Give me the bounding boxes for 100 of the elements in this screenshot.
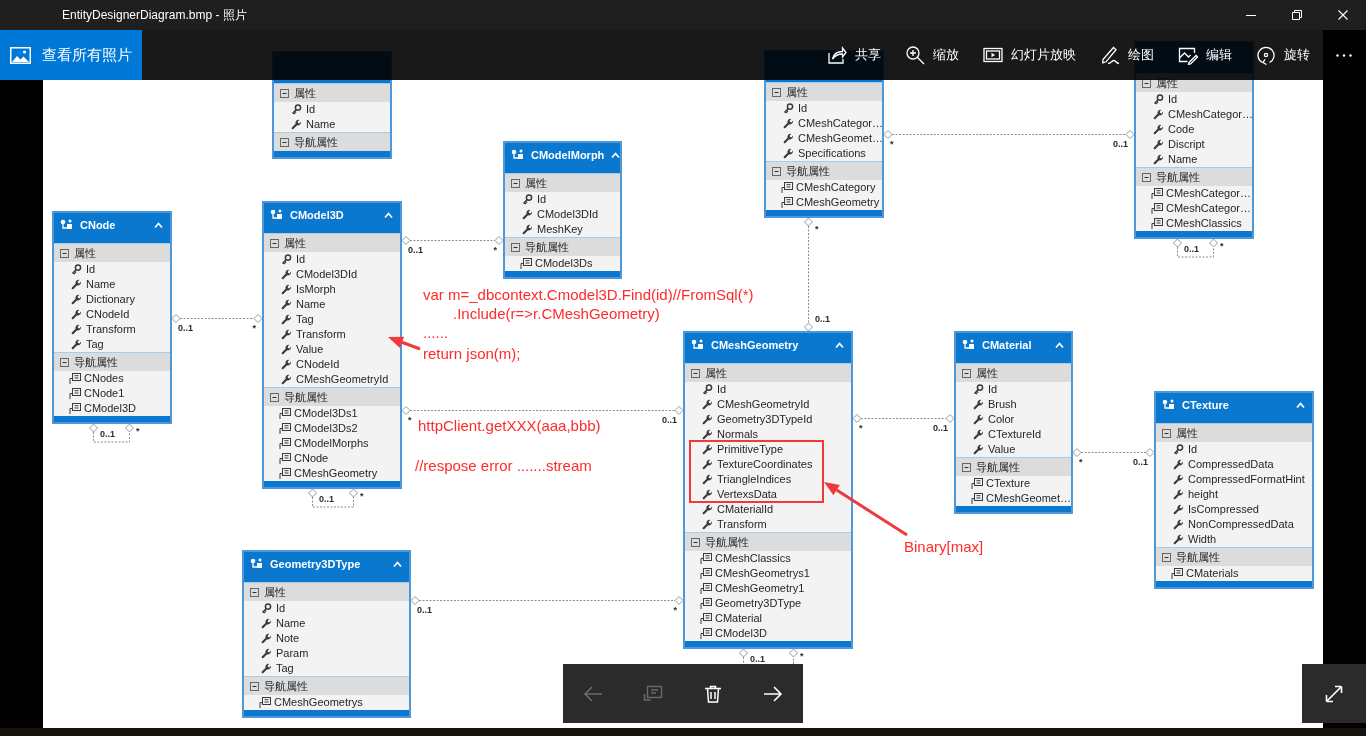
zoom-button[interactable]: 缩放 bbox=[893, 30, 971, 80]
property-name: Brush bbox=[988, 398, 1017, 411]
annotation-text: return json(m); bbox=[423, 345, 521, 363]
collapse-icon bbox=[60, 357, 69, 367]
entity-title: CMeshGeometry bbox=[711, 339, 799, 352]
share-icon bbox=[827, 45, 847, 65]
navigation-property-icon bbox=[279, 468, 291, 479]
section-label: 属性 bbox=[74, 246, 96, 260]
property-name: Id bbox=[717, 383, 727, 396]
caret-up-icon bbox=[393, 561, 402, 568]
navigation-property-name: CMeshGeometry1 bbox=[715, 582, 805, 595]
self-association-line bbox=[89, 423, 134, 443]
wrench-icon bbox=[973, 444, 984, 455]
property-name: CTextureId bbox=[988, 428, 1042, 441]
collapse-icon bbox=[962, 368, 971, 378]
property-name: Id bbox=[537, 193, 547, 206]
annotation-text: Binary[max] bbox=[904, 538, 984, 556]
wrench-icon bbox=[702, 489, 713, 500]
wrench-icon bbox=[1173, 534, 1184, 545]
multiplicity-label: * bbox=[859, 423, 863, 433]
multiplicity-label: 0..1 bbox=[100, 429, 115, 439]
property-name: Normals bbox=[717, 428, 758, 441]
navigation-property-name: CModel3D bbox=[84, 402, 136, 415]
multiplicity-label: * bbox=[815, 224, 819, 234]
property-name: CMeshGeomet… bbox=[798, 132, 883, 145]
navigation-property-icon bbox=[700, 628, 712, 639]
wrench-icon bbox=[71, 339, 82, 350]
all-photos-button[interactable]: 查看所有照片 bbox=[0, 30, 142, 80]
entity-title: CTexture bbox=[1182, 399, 1229, 412]
multiplicity-label: 0..1 bbox=[662, 415, 677, 425]
wrench-icon bbox=[1153, 124, 1164, 135]
wrench-icon bbox=[1173, 459, 1184, 470]
annotation-text: ...... bbox=[423, 324, 448, 342]
navigation-property-icon bbox=[279, 408, 291, 419]
section-label: 导航属性 bbox=[284, 390, 328, 404]
key-icon bbox=[261, 603, 272, 614]
property-name: Code bbox=[1168, 123, 1195, 136]
navigation-property-icon bbox=[69, 388, 81, 399]
section-label: 属性 bbox=[976, 366, 998, 380]
property-name: Tag bbox=[296, 313, 314, 326]
key-icon bbox=[702, 384, 713, 395]
collapse-icon bbox=[60, 248, 69, 258]
multiplicity-label: 0..1 bbox=[319, 494, 334, 504]
multiplicity-label: 0..1 bbox=[1133, 457, 1148, 467]
key-icon bbox=[1173, 444, 1184, 455]
key-icon bbox=[281, 254, 292, 265]
multiplicity-label: 0..1 bbox=[408, 245, 423, 255]
entity-title: CMaterial bbox=[982, 339, 1032, 352]
close-icon bbox=[1338, 10, 1348, 20]
fullscreen-button[interactable] bbox=[1302, 664, 1366, 723]
entity-title: CModelMorph bbox=[531, 149, 605, 162]
wrench-icon bbox=[261, 648, 272, 659]
property-name: CModel3DId bbox=[296, 268, 358, 281]
more-icon bbox=[1336, 53, 1352, 57]
property-name: Specifications bbox=[798, 147, 866, 160]
property-name: PrimitiveType bbox=[717, 443, 784, 456]
share-button[interactable]: 共享 bbox=[815, 30, 893, 80]
entity-icon bbox=[270, 209, 283, 220]
navigation-property-name: CMeshClassics bbox=[1166, 217, 1242, 230]
entity-icon bbox=[962, 339, 975, 350]
wrench-icon bbox=[702, 474, 713, 485]
multiplicity-label: * bbox=[493, 245, 497, 255]
multiplicity-label: * bbox=[360, 491, 364, 501]
rotate-button[interactable]: 旋转 bbox=[1244, 30, 1322, 80]
navigation-property-icon bbox=[1151, 218, 1163, 229]
property-name: Geometry3DTypeId bbox=[717, 413, 813, 426]
key-icon bbox=[783, 103, 794, 114]
section-label: 属性 bbox=[525, 176, 547, 190]
wrench-icon bbox=[281, 344, 292, 355]
navigation-property-icon bbox=[700, 568, 712, 579]
wrench-icon bbox=[702, 429, 713, 440]
entity-title: CModel3D bbox=[290, 209, 344, 222]
property-name: Id bbox=[988, 383, 998, 396]
property-name: Name bbox=[1168, 153, 1198, 166]
property-name: CompressedFormatHint bbox=[1188, 473, 1305, 486]
multiplicity-label: * bbox=[1079, 457, 1083, 467]
property-name: CMeshCategor… bbox=[798, 117, 883, 130]
slideshow-icon bbox=[983, 45, 1003, 65]
navigation-property-name: CMaterials bbox=[1186, 567, 1239, 580]
caret-up-icon bbox=[1296, 402, 1305, 409]
property-name: CModel3DId bbox=[537, 208, 599, 221]
wrench-icon bbox=[783, 118, 794, 129]
property-name: Name bbox=[296, 298, 326, 311]
multiplicity-label: * bbox=[136, 426, 140, 436]
section-label: 导航属性 bbox=[1156, 170, 1200, 184]
wrench-icon bbox=[281, 269, 292, 280]
collapse-icon bbox=[280, 137, 289, 147]
wrench-icon bbox=[702, 399, 713, 410]
property-name: Tag bbox=[276, 662, 294, 675]
property-name: Id bbox=[296, 253, 306, 266]
wrench-icon bbox=[1173, 474, 1184, 485]
photo-icon bbox=[10, 46, 31, 64]
slideshow-button[interactable]: 幻灯片放映 bbox=[971, 30, 1088, 80]
annotation-text: httpClient.getXXX(aaa,bbb) bbox=[418, 417, 601, 435]
wrench-icon bbox=[281, 314, 292, 325]
self-association-line bbox=[308, 488, 358, 508]
property-name: Value bbox=[988, 443, 1016, 456]
wrench-icon bbox=[281, 284, 292, 295]
navigation-property-name: Geometry3DType bbox=[715, 597, 802, 610]
section-label: 导航属性 bbox=[1176, 550, 1220, 564]
